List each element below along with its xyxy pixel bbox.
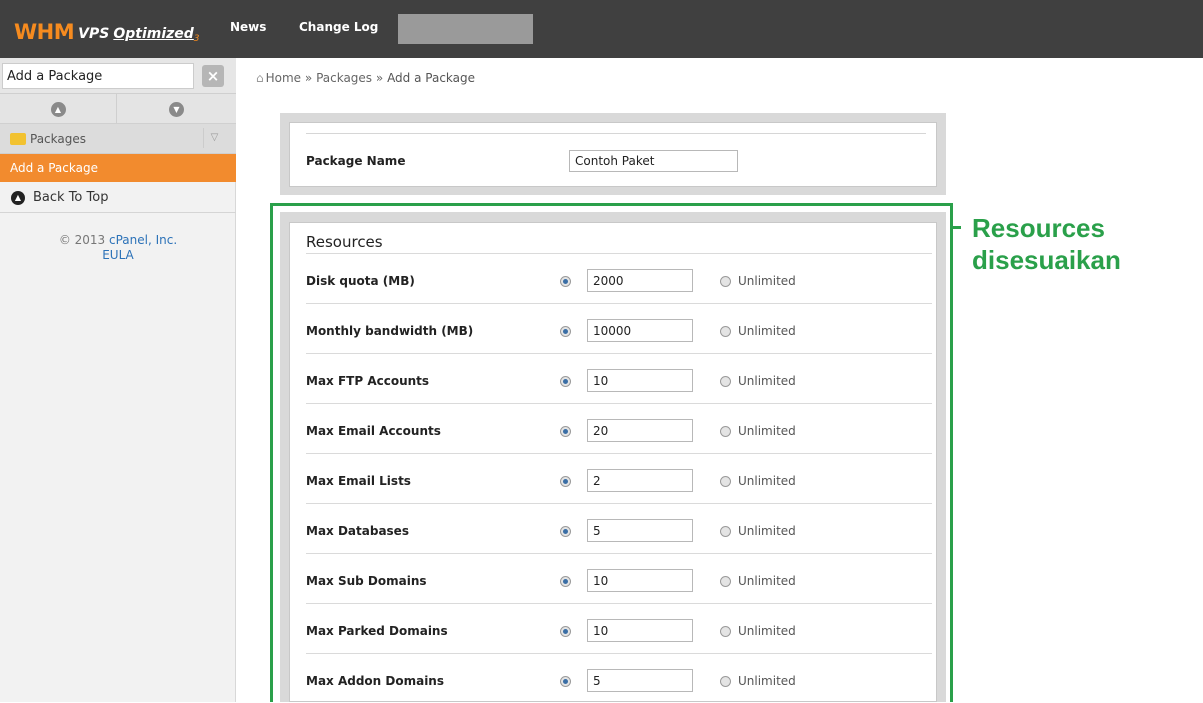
logo-vps-text: VPS <box>78 26 110 42</box>
clear-search-icon[interactable]: × <box>202 65 224 87</box>
back-to-top-link[interactable]: ▲ Back To Top <box>0 183 236 213</box>
package-name-input[interactable] <box>569 150 738 172</box>
eula-link[interactable]: EULA <box>0 248 236 262</box>
nav-news[interactable]: News <box>230 20 266 34</box>
package-name-section: Package Name <box>289 122 937 187</box>
annotation-text: Resources disesuaikan <box>972 212 1121 276</box>
package-name-label: Package Name <box>306 154 406 168</box>
chevron-down-icon: ▼ <box>169 101 184 117</box>
annotation-highlight-box <box>270 203 953 702</box>
divider <box>306 133 926 134</box>
breadcrumb: ⌂ Home » Packages » Add a Package <box>256 71 475 85</box>
collapse-all-button[interactable]: ▲ <box>0 94 117 124</box>
sidebar-category-packages[interactable]: Packages ▽ <box>0 124 236 154</box>
sidebar-category-label: Packages <box>30 132 86 146</box>
copyright-prefix: © 2013 <box>58 233 106 247</box>
sidebar-search-input[interactable] <box>2 63 194 89</box>
logo-version: 3 <box>193 34 200 44</box>
top-bar: WHM VPS Optimized 3 News Change Log <box>0 0 1203 58</box>
chevron-up-icon: ▲ <box>50 101 66 117</box>
expand-all-button[interactable]: ▼ <box>118 94 235 124</box>
breadcrumb-separator: » <box>375 71 384 85</box>
breadcrumb-current: Add a Package <box>387 71 476 85</box>
copyright-text: © 2013 cPanel, Inc. <box>0 233 236 247</box>
breadcrumb-home[interactable]: Home <box>266 71 301 85</box>
annotation-pointer <box>953 226 961 229</box>
logo-optimized-text: Optimized <box>113 26 194 42</box>
arrow-up-icon: ▲ <box>11 191 25 205</box>
sidebar: × ▲ ▼ Packages ▽ Add a Package ▲ Back To… <box>0 58 236 702</box>
whm-logo[interactable]: WHM VPS Optimized 3 <box>14 14 200 44</box>
chevron-down-icon[interactable]: ▽ <box>203 128 225 148</box>
annotation-line-2: disesuaikan <box>972 245 1121 275</box>
sidebar-item-add-package[interactable]: Add a Package <box>0 154 236 182</box>
folder-icon <box>10 133 26 145</box>
breadcrumb-separator: » <box>304 71 313 85</box>
breadcrumb-packages[interactable]: Packages <box>316 71 372 85</box>
cpanel-link[interactable]: cPanel, Inc. <box>109 233 177 247</box>
sidebar-collapse-row: ▲ ▼ <box>0 94 236 124</box>
redacted-box <box>398 14 533 44</box>
sidebar-item-label: Add a Package <box>10 161 98 175</box>
home-icon[interactable]: ⌂ <box>256 71 264 85</box>
annotation-line-1: Resources <box>972 213 1105 243</box>
back-to-top-label: Back To Top <box>33 190 109 205</box>
logo-whm-text: WHM <box>14 20 75 44</box>
sidebar-search-row: × <box>0 58 236 94</box>
package-name-panel: Package Name <box>280 113 946 195</box>
nav-change-log[interactable]: Change Log <box>299 20 378 34</box>
